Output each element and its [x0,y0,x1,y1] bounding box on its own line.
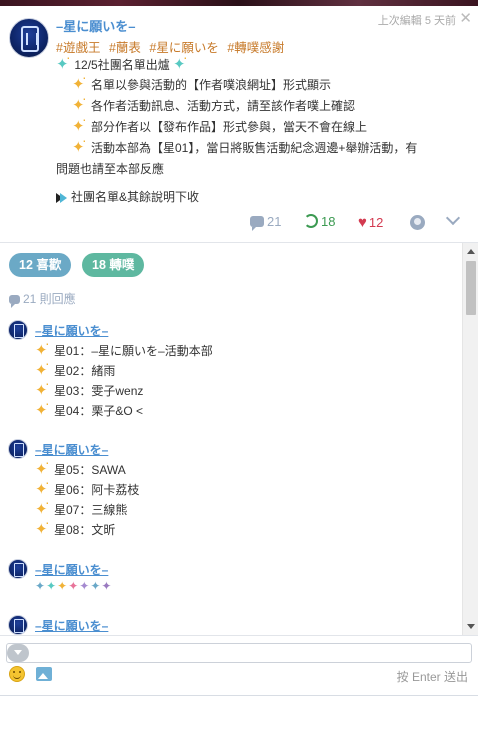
comment-count-value: 21 [267,214,282,229]
sparkle-icon: ✦ [68,579,80,593]
sparkle-row: ✦✦✦✦✦✦✦ [35,579,112,593]
likes-pill[interactable]: 12 喜歡 [9,253,72,277]
booth-name: –星に願いを–活動本部 [91,344,213,358]
post-bullet-text: 名單以參與活動的【作者噗浪網址】形式顯示 [91,78,332,92]
post-bullet: 部分作者以【發布作品】形式參與，當天不會在線上 [72,111,368,135]
post-bullet: 名單以參與活動的【作者噗浪網址】形式顯示 [72,69,332,93]
collapse-note-text: 社團名單&其餘說明下收 [71,190,200,204]
mute-icon[interactable] [410,215,425,230]
booth-label: 星02： [54,364,92,378]
booth-label: 星06： [54,483,92,497]
comment-bubble-icon [250,216,264,231]
reply-author[interactable]: –星に願いを– [35,617,108,634]
avatar-logo-icon [21,26,39,52]
reply-line: 星03：雯子wenz [35,375,144,399]
replies-count-text: 21 則回應 [23,292,76,306]
booth-label: 星01： [54,344,92,358]
booth-name: 緒雨 [91,364,116,378]
hashtag[interactable]: #遊戲王 [56,41,100,55]
booth-name: 雯子wenz [91,384,144,398]
replies-count: 21 則回應 [9,290,76,308]
post-bullet-text: 活動本部為【星01】，當日將販售活動紀念週邊+舉辦活動，有 [91,141,418,155]
sparkle-icon: ✦ [35,579,47,593]
replurk-icon [304,214,318,228]
like-count-value: 12 [368,215,384,230]
booth-name: 三線熊 [91,503,128,517]
reply-line: 星08：文昕 [35,514,116,538]
post-bullet: 活動本部為【星01】，當日將販售活動紀念週邊+舉辦活動，有 [72,132,418,156]
close-icon[interactable]: ✕ [459,9,472,27]
reply-composer: 按 Enter 送出 [0,635,478,695]
post-tags: #遊戲王 #蘭表 #星に願いを #轉噗感謝 [56,37,289,56]
post-bullet: 各作者活動訊息、活動方式，請至該作者噗上確認 [72,90,356,114]
heart-icon: ♥ [358,214,367,231]
comment-bubble-icon [9,295,20,308]
reply-avatar[interactable] [8,439,28,459]
booth-label: 星05： [54,463,92,477]
chevron-down-icon[interactable] [445,210,461,226]
sparkle-icon [72,132,87,156]
post-bullet-continuation: 問題也請至本部反應 [56,162,165,176]
replurk-count-value: 18 [321,214,336,229]
reply-line: 星04：栗子&O < [35,395,144,419]
booth-name: 文昕 [91,523,116,537]
reply-author[interactable]: –星に願いを– [35,561,108,578]
hashtag[interactable]: #轉噗感謝 [227,41,284,55]
collapse-note[interactable]: 社團名單&其餘說明下收 [56,188,199,205]
sparkle-icon [35,514,50,538]
reply-line: 星06：阿卡荔枝 [35,474,140,498]
sparkle-icon: ✦ [79,579,91,593]
post-bullet-text: 各作者活動訊息、活動方式，請至該作者噗上確認 [91,99,356,113]
sparkle-icon [35,395,50,419]
reply-avatar[interactable] [8,615,28,635]
booth-name: 阿卡荔枝 [91,483,140,497]
sparkle-icon [173,49,188,73]
shares-pill[interactable]: 18 轉噗 [82,253,145,277]
scroll-up-icon[interactable] [467,249,475,254]
reply-input[interactable] [6,643,472,663]
replurk-count[interactable]: 18 [304,214,335,234]
image-icon[interactable] [36,667,52,681]
sparkle-icon: ✦ [57,579,69,593]
author-avatar[interactable] [9,18,49,58]
send-hint: 按 Enter 送出 [396,670,468,684]
booth-label: 星04： [54,404,92,418]
reply-line: 星01：–星に願いを–活動本部 [35,335,213,359]
reply-avatar[interactable] [8,559,28,579]
post-bullet-text: 部分作者以【發布作品】形式參與，當天不會在線上 [91,120,368,134]
sparkle-icon: ✦ [46,579,58,593]
booth-label: 星03： [54,384,92,398]
post-heading: 12/5社團名單出爐 [56,49,188,73]
emoji-icon[interactable] [9,666,25,682]
scroll-down-icon[interactable] [467,624,475,629]
footer-divider [0,695,478,696]
booth-name: 栗子&O < [91,404,144,418]
qualifier-dropdown[interactable] [7,644,29,662]
booth-label: 星07： [54,503,92,517]
post-heading-text: 12/5社團名單出爐 [74,58,170,72]
booth-name: SAWA [91,463,126,477]
response-thread: 12 喜歡 18 轉噗 21 則回應 –星に願いを– 星01：–星に願いを–活動… [0,243,462,635]
sparkle-icon: ✦ [101,579,113,593]
play-icon [60,192,67,203]
post-author[interactable]: –星に願いを– [56,16,135,35]
reply-avatar[interactable] [8,320,28,340]
thread-scrollbar[interactable] [462,243,478,635]
scroll-thumb[interactable] [466,261,476,315]
post-timestamp: 上次編輯 5 天前 [377,15,456,27]
like-count[interactable]: ♥ 12 [358,214,383,234]
sparkle-icon: ✦ [90,579,102,593]
booth-label: 星08： [54,523,92,537]
plurk-post: –星に願いを– 上次編輯 5 天前 ✕ #遊戲王 #蘭表 #星に願いを #轉噗感… [0,6,478,242]
comment-count[interactable]: 21 [250,214,281,234]
hashtag[interactable]: #蘭表 [109,41,141,55]
sparkle-icon [56,49,71,73]
